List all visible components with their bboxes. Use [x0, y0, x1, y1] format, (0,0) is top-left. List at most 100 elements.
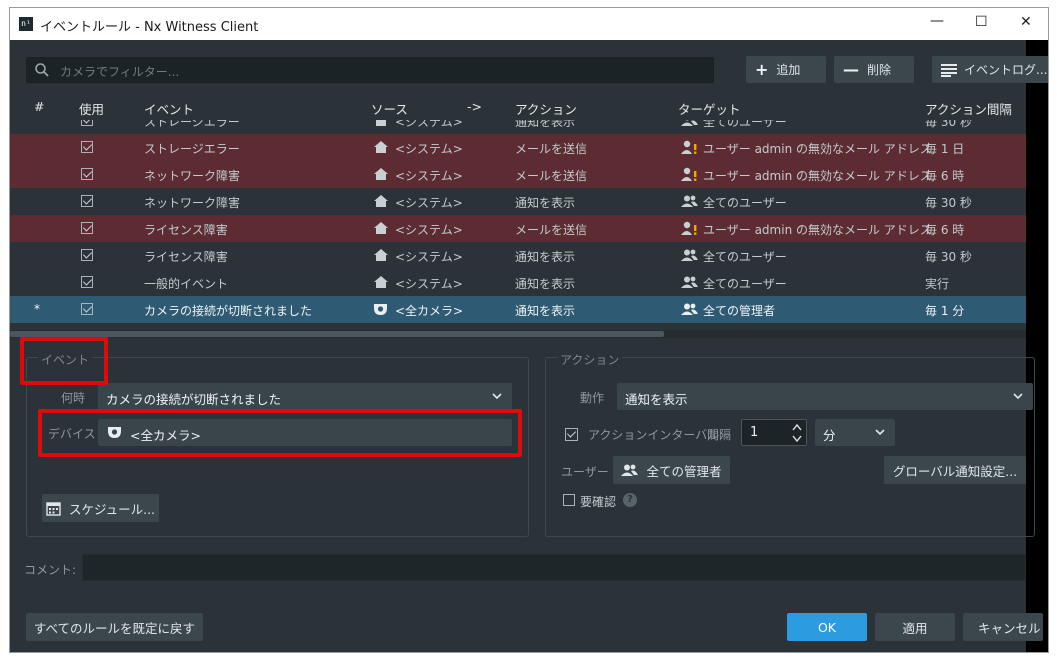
row-interval: 毎 30 秒: [925, 196, 972, 210]
rule-enabled-checkbox[interactable]: [81, 141, 93, 153]
chevron-down-icon: [492, 393, 502, 400]
user-warning-icon: [681, 140, 697, 154]
scrollbar-thumb[interactable]: [10, 331, 664, 337]
interval-unit-value: 分: [823, 428, 836, 443]
schedule-button-label: スケジュール...: [68, 501, 156, 517]
column-header-arrow[interactable]: ->: [467, 99, 482, 114]
camera-filter-input[interactable]: カメラでフィルター...: [26, 57, 714, 83]
rule-enabled-checkbox[interactable]: [81, 249, 93, 261]
row-target: ユーザー admin の無効なメール アドレス: [703, 223, 932, 237]
interval-spinbox[interactable]: 1: [741, 419, 807, 446]
row-action: 通知を表示: [515, 196, 576, 210]
user-selector-button[interactable]: 全ての管理者: [613, 456, 730, 484]
row-action: 通知を表示: [515, 277, 576, 291]
interval-value: 1: [750, 425, 759, 440]
rule-enabled-checkbox[interactable]: [81, 276, 93, 288]
row-event: ストレージエラー: [144, 120, 240, 129]
schedule-button[interactable]: スケジュール...: [42, 494, 159, 522]
add-button[interactable]: + 追加: [746, 56, 826, 83]
column-header-event[interactable]: イベント: [144, 99, 194, 118]
help-icon[interactable]: ?: [623, 493, 637, 507]
column-header-target[interactable]: ターゲット: [678, 99, 741, 118]
right-edge-strip: [1026, 40, 1048, 652]
row-source: <全カメラ>: [395, 304, 464, 318]
home-icon: [374, 168, 388, 180]
row-mark: *: [34, 302, 40, 316]
row-source: <システム>: [395, 169, 463, 183]
comment-input[interactable]: [82, 554, 1026, 581]
comment-label: コメント:: [24, 563, 77, 577]
table-row[interactable]: * カメラの接続が切断されました <全カメラ> 通知を表示 全ての管理者 毎 1…: [10, 296, 1026, 323]
table-row[interactable]: ストレージエラー <システム> メールを送信 ユーザー admin の無効なメー…: [10, 134, 1026, 161]
table-row[interactable]: ライセンス障害 <システム> 通知を表示 全てのユーザー 毎 30 秒: [10, 242, 1026, 269]
users-icon: [681, 303, 698, 315]
rule-enabled-checkbox[interactable]: [81, 303, 93, 315]
camera-icon: [374, 304, 387, 315]
rules-table-header: # 使用 イベント ソース -> アクション ターゲット アクション間隔: [10, 96, 1026, 120]
highlight-box-device-field: [38, 409, 522, 457]
row-target: 全てのユーザー: [703, 196, 787, 210]
table-row[interactable]: ストレージエラー <システム> 通知を表示 全てのユーザー 毎 30 秒: [10, 120, 1026, 134]
home-icon: [374, 120, 388, 126]
acknowledge-label: 要確認: [580, 495, 617, 509]
column-header-interval[interactable]: アクション間隔: [925, 99, 1012, 118]
interval-unit-dropdown[interactable]: 分: [815, 419, 895, 446]
event-log-button[interactable]: イベントログ...: [932, 56, 1048, 83]
rule-enabled-checkbox[interactable]: [81, 195, 93, 207]
row-event: ライセンス障害: [144, 250, 228, 264]
do-label: 動作: [580, 391, 605, 405]
global-notification-settings-button[interactable]: グローバル通知設定...: [884, 456, 1026, 484]
title-bar: n¹ イベントルール - Nx Witness Client — ☐ ✕: [10, 8, 1048, 40]
delete-button[interactable]: — 削除: [834, 56, 914, 83]
minimize-icon[interactable]: —: [930, 13, 944, 29]
close-icon[interactable]: ✕: [1020, 14, 1032, 30]
row-source: <システム>: [395, 142, 463, 156]
users-icon: [681, 249, 698, 261]
chevron-down-icon: [875, 429, 885, 436]
rule-enabled-checkbox[interactable]: [81, 168, 93, 180]
action-interval-checkbox[interactable]: [565, 428, 578, 441]
column-header-number[interactable]: #: [34, 99, 44, 114]
table-row[interactable]: ネットワーク障害 <システム> メールを送信 ユーザー admin の無効なメー…: [10, 161, 1026, 188]
row-interval: 毎 6 時: [925, 223, 965, 237]
column-header-action[interactable]: アクション: [515, 99, 577, 118]
row-event: ストレージエラー: [144, 142, 240, 156]
row-event: ネットワーク障害: [144, 169, 241, 183]
row-action: メールを送信: [515, 223, 588, 237]
apply-button[interactable]: 適用: [875, 613, 955, 641]
filter-placeholder: カメラでフィルター...: [60, 65, 180, 79]
rule-enabled-checkbox[interactable]: [81, 222, 93, 234]
row-action: メールを送信: [515, 142, 588, 156]
column-header-source[interactable]: ソース: [371, 99, 408, 118]
home-icon: [374, 195, 388, 207]
plus-icon: +: [755, 60, 769, 79]
row-action: メールを送信: [515, 169, 588, 183]
delete-button-label: 削除: [867, 63, 892, 77]
row-interval: 毎 30 秒: [925, 120, 972, 129]
row-target: 全てのユーザー: [703, 277, 787, 291]
calendar-icon: [46, 501, 61, 516]
spin-arrows-icon[interactable]: [792, 422, 802, 444]
row-interval: 毎 6 時: [925, 169, 965, 183]
event-type-dropdown[interactable]: カメラの接続が切断されました: [98, 383, 512, 410]
reset-rules-button[interactable]: すべてのルールを既定に戻す: [26, 613, 203, 641]
row-action: 通知を表示: [515, 304, 576, 318]
acknowledge-checkbox[interactable]: [563, 494, 575, 506]
cancel-button[interactable]: キャンセル: [963, 613, 1043, 641]
column-header-use[interactable]: 使用: [79, 99, 104, 118]
table-row[interactable]: ライセンス障害 <システム> メールを送信 ユーザー admin の無効なメール…: [10, 215, 1026, 242]
ok-button[interactable]: OK: [787, 613, 867, 641]
action-type-value: 通知を表示: [625, 392, 688, 407]
table-horizontal-scrollbar[interactable]: [10, 330, 1026, 338]
table-row[interactable]: ネットワーク障害 <システム> 通知を表示 全てのユーザー 毎 30 秒: [10, 188, 1026, 215]
home-icon: [374, 249, 388, 261]
rule-enabled-checkbox[interactable]: [81, 120, 93, 126]
table-row[interactable]: 一般的イベント <システム> 通知を表示 全てのユーザー 実行: [10, 269, 1026, 296]
row-source: <システム>: [395, 223, 463, 237]
add-button-label: 追加: [776, 63, 801, 77]
maximize-icon[interactable]: ☐: [975, 14, 988, 30]
home-icon: [374, 141, 388, 153]
action-type-dropdown[interactable]: 通知を表示: [617, 383, 1033, 410]
user-label: ユーザー: [561, 465, 609, 479]
user-selector-label: 全ての管理者: [646, 463, 722, 479]
